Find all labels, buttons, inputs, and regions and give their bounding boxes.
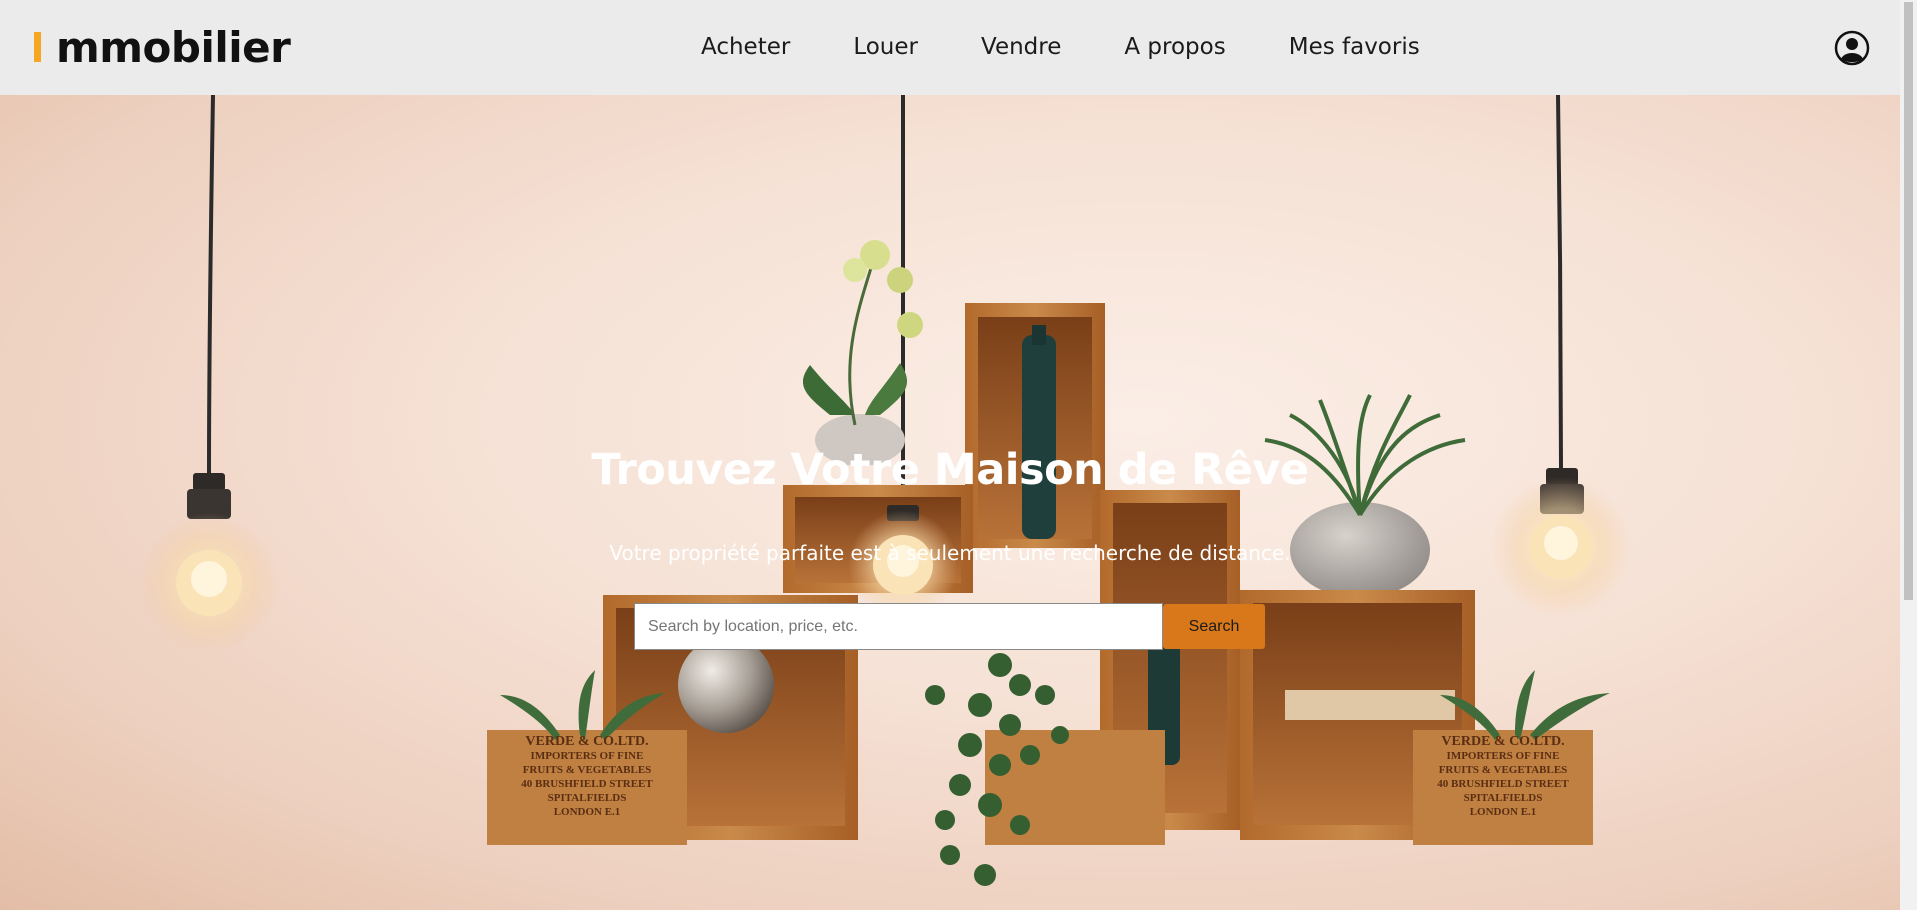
logo-text: mmobilier	[56, 22, 291, 72]
crate-label-left: VERDE & CO.LTD. IMPORTERS OF FINE FRUITS…	[487, 735, 687, 819]
crate-label-line: SPITALFIELDS	[547, 792, 627, 804]
nav-link-mes-favoris[interactable]: Mes favoris	[1289, 28, 1420, 66]
hero-title: Trouvez Votre Maison de Rêve	[591, 445, 1309, 495]
crate-label-line: FRUITS & VEGETABLES	[522, 764, 652, 776]
hero-section: VERDE & CO.LTD. IMPORTERS OF FINE FRUITS…	[0, 95, 1900, 910]
search-button[interactable]: Search	[1163, 604, 1265, 649]
crate-label-line: IMPORTERS OF FINE	[1446, 750, 1560, 762]
hero-background-image	[139, 95, 1631, 886]
nav-link-acheter[interactable]: Acheter	[701, 28, 790, 66]
crate-label-line: 40 BRUSHFIELD STREET	[1437, 778, 1569, 790]
crate-label-line: LONDON E.1	[553, 806, 621, 818]
crate-label-line: 40 BRUSHFIELD STREET	[521, 778, 653, 790]
hero-search-bar: Search	[634, 603, 1265, 650]
crate-label-line: FRUITS & VEGETABLES	[1438, 764, 1568, 776]
page-scrollbar[interactable]	[1900, 0, 1917, 910]
crate-label-line: VERDE & CO.LTD.	[525, 734, 649, 749]
nav-link-vendre[interactable]: Vendre	[981, 28, 1061, 66]
user-circle-icon[interactable]	[1834, 30, 1870, 66]
crate-label-line: IMPORTERS OF FINE	[530, 750, 644, 762]
hero-subtitle: Votre propriété parfaite est à seulement…	[609, 541, 1291, 565]
crate-label-right: VERDE & CO.LTD. IMPORTERS OF FINE FRUITS…	[1413, 735, 1593, 819]
scrollbar-thumb[interactable]	[1904, 2, 1913, 600]
top-navbar: mmobilier Acheter Louer Vendre A propos …	[0, 0, 1900, 95]
crate-label-line: SPITALFIELDS	[1463, 792, 1543, 804]
brand-logo[interactable]: mmobilier	[34, 22, 291, 72]
nav-link-a-propos[interactable]: A propos	[1124, 28, 1225, 66]
nav-link-louer[interactable]: Louer	[853, 28, 918, 66]
crate-label-line: VERDE & CO.LTD.	[1441, 734, 1565, 749]
search-input[interactable]	[634, 603, 1163, 650]
crate-label-line: LONDON E.1	[1469, 806, 1537, 818]
logo-accent-bar	[34, 32, 41, 62]
nav-links: Acheter Louer Vendre A propos Mes favori…	[701, 28, 1420, 66]
